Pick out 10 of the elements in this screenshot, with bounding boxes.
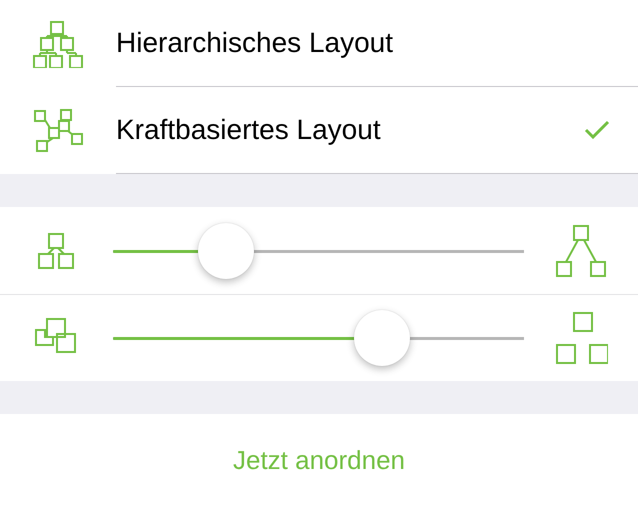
- slider-thumb[interactable]: [354, 310, 410, 366]
- separated-squares-icon: [554, 311, 608, 365]
- tree-icon: [32, 20, 84, 68]
- network-icon: [32, 108, 84, 154]
- slider-thumb[interactable]: [198, 222, 254, 278]
- spread-tree-icon: [554, 224, 608, 278]
- layout-option[interactable]: Kraftbasiertes Layout: [116, 109, 584, 151]
- checkmark-icon: [584, 120, 610, 140]
- tree-icon: [36, 232, 76, 270]
- layout-option[interactable]: Hierarchisches Layout: [116, 22, 584, 64]
